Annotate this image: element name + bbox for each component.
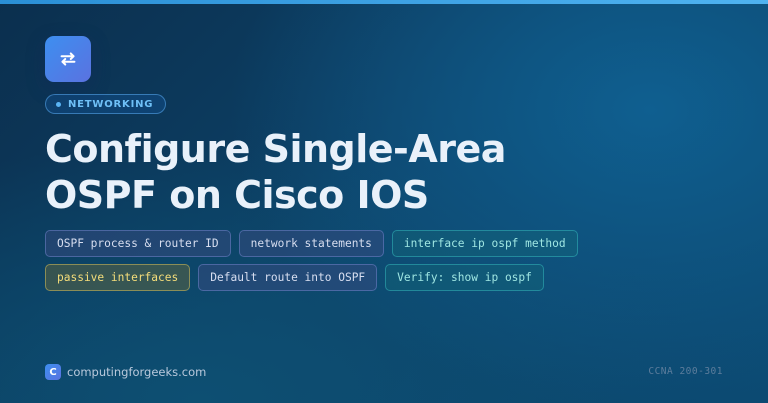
exam-code: CCNA 200-301 <box>648 366 723 377</box>
badge-dot-icon <box>56 101 61 107</box>
tag-verify: Verify: show ip ospf <box>385 264 544 291</box>
page-title: Configure Single-Area OSPF on Cisco IOS <box>45 126 665 218</box>
category-badge: NETWORKING <box>45 94 167 114</box>
swap-arrows-icon <box>45 36 91 82</box>
category-label: NETWORKING <box>68 98 154 110</box>
tag-interface-method: interface ip ospf method <box>391 230 578 257</box>
tag-default-route: Default route into OSPF <box>198 264 378 291</box>
tag-network-statements: network statements <box>238 230 384 257</box>
tag-ospf-process: OSPF process & router ID <box>45 230 231 257</box>
top-accent-bar <box>0 0 768 4</box>
title-line-1: Configure Single-Area <box>45 127 506 171</box>
topic-tags: OSPF process & router ID network stateme… <box>45 230 725 291</box>
site-logo-icon: C <box>45 364 61 380</box>
site-name[interactable]: computingforgeeks.com <box>67 365 206 379</box>
title-line-2: OSPF on Cisco IOS <box>45 173 429 217</box>
tag-passive-interfaces: passive interfaces <box>45 264 191 291</box>
